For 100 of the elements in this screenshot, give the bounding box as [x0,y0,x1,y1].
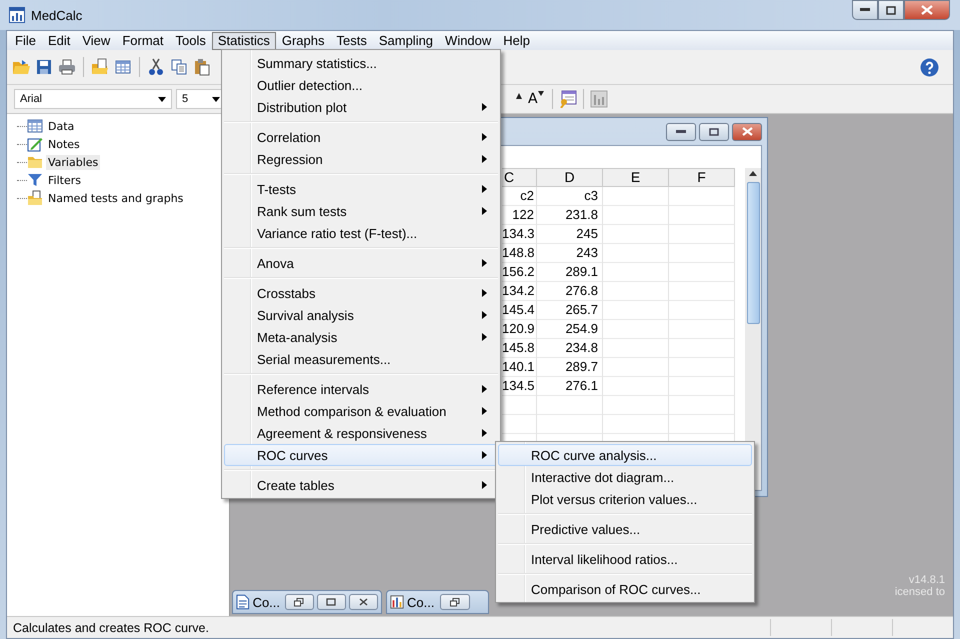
save-icon[interactable] [35,58,53,76]
version-text: icensed to [894,586,945,598]
maximize-button[interactable] [878,0,904,20]
scissors-icon[interactable] [147,58,165,76]
close-button[interactable] [348,594,378,610]
column-header[interactable]: C [502,168,537,187]
menu-item[interactable]: Summary statistics... [224,52,498,74]
column-header[interactable]: F [669,168,735,187]
menu-item[interactable]: Correlation [224,126,498,148]
restore-button[interactable] [284,594,314,610]
menu-item[interactable]: Window [439,32,498,50]
table-cell [669,339,735,358]
menu-item[interactable]: Graphs [276,32,330,50]
minimized-window[interactable]: Co... [232,590,382,614]
maximize-icon [886,6,896,14]
table-cell [669,282,735,301]
menu-item[interactable]: Predictive values... [498,518,752,540]
copy-icon[interactable] [170,58,188,76]
maximize-button[interactable] [699,122,729,140]
caret-icon [538,91,544,96]
table-icon [27,118,43,134]
minimize-button[interactable] [852,0,878,20]
table-cell [669,244,735,263]
menu-item[interactable]: File [9,32,42,50]
open-document-icon[interactable] [91,58,109,76]
menu-item[interactable]: Distribution plot [224,96,498,118]
tree-item[interactable]: Named tests and graphs [46,190,186,206]
menu-item[interactable]: Tools [169,32,212,50]
help-icon[interactable] [920,58,939,76]
maximize-icon [709,128,719,136]
print-icon[interactable] [58,58,76,76]
menu-item[interactable]: Help [497,32,536,50]
menu-item[interactable]: View [76,32,116,50]
menu-item[interactable]: Agreement & responsiveness [224,422,498,444]
menu-item[interactable]: Comparison of ROC curves... [498,578,752,600]
maximize-button[interactable] [316,594,346,610]
table-cell [502,396,537,415]
shrink-font-button[interactable]: A [526,91,546,107]
tree-item[interactable]: Notes [46,136,82,152]
menu-item[interactable]: Regression [224,148,498,170]
folder-icon [27,154,43,170]
table-cell: 122 [502,206,537,225]
menu-item[interactable]: Variance ratio test (F-test)... [224,222,498,244]
menu-item[interactable]: Method comparison & evaluation [224,400,498,422]
table-cell [669,377,735,396]
minimize-button[interactable] [666,122,696,140]
tree-item[interactable]: Variables [46,154,100,170]
minimize-icon [860,8,870,12]
minimized-window[interactable]: Co... [386,590,489,614]
menu-item[interactable]: Meta-analysis [224,326,498,348]
close-button[interactable] [904,0,950,20]
menu-item[interactable]: Survival analysis [224,304,498,326]
close-button[interactable] [732,122,762,140]
table-cell: c2 [502,187,537,206]
table-cell [669,358,735,377]
key-table-icon[interactable] [558,90,577,108]
restore-button[interactable] [440,594,470,610]
tree-item[interactable]: Filters [46,172,83,188]
table-cell: 245 [537,225,603,244]
menu-item[interactable]: Reference intervals [224,378,498,400]
menu-item[interactable]: Statistics [212,32,276,50]
menu-item[interactable]: Format [116,32,170,50]
menu-item[interactable]: Outlier detection... [224,74,498,96]
menu-item[interactable]: Serial measurements... [224,348,498,370]
table-cell: 231.8 [537,206,603,225]
menu-item[interactable]: Interactive dot diagram... [498,466,752,488]
menu-item[interactable]: Plot versus criterion values... [498,488,752,510]
scrollbar-thumb[interactable] [746,182,760,324]
paste-icon[interactable] [193,58,211,76]
triangle-icon[interactable] [516,93,522,99]
menu-item[interactable]: Crosstabs [224,282,498,304]
table-cell [537,396,603,415]
window-title: Co... [252,594,282,610]
menu-item[interactable]: T-tests [224,178,498,200]
vertical-scrollbar[interactable] [745,168,761,490]
menu-item[interactable]: Edit [42,32,76,50]
menu-item[interactable]: Anova [224,252,498,274]
table-icon[interactable] [114,58,132,76]
table-cell: 145.8 [502,339,537,358]
menu-item[interactable]: Sampling [372,32,440,50]
table-cell: 276.1 [537,377,603,396]
column-header[interactable]: D [537,168,603,187]
column-header[interactable]: E [603,168,669,187]
open-folder-icon[interactable] [12,58,30,76]
menu-item[interactable]: ROC curves [224,444,498,466]
table-cell [669,187,735,206]
menu-item[interactable]: ROC curve analysis... [498,444,752,466]
table-cell [603,301,669,320]
table-cell [669,320,735,339]
menu-item[interactable]: Tests [330,32,373,50]
font-dropdown[interactable]: Arial [14,89,172,109]
maximize-icon [326,598,336,606]
caret-icon [212,96,220,102]
menu-item[interactable]: Interval likelihood ratios... [498,548,752,570]
menu-item[interactable]: Rank sum tests [224,200,498,222]
scroll-up-icon[interactable] [749,171,757,176]
menu-item[interactable]: Create tables [224,474,498,496]
tree-item[interactable]: Data [46,118,76,134]
table-cell [603,225,669,244]
table-cell: 254.9 [537,320,603,339]
